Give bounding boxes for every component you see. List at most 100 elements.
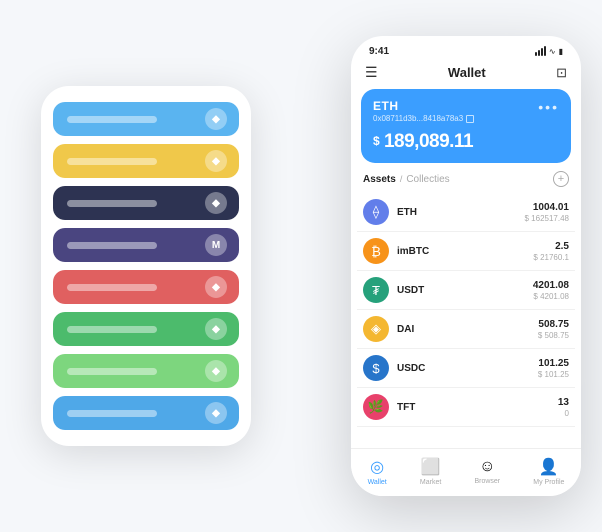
- bottom-nav: ◎ Wallet ⬜ Market ☺ Browser 👤 My Profile: [351, 448, 581, 496]
- phone-back: ◆ ◆ ◆ M ◆ ◆ ◆ ◆: [41, 86, 251, 446]
- asset-icon: $: [363, 355, 389, 381]
- card-row[interactable]: M: [53, 228, 239, 262]
- asset-amount-main: 1004.01: [525, 202, 570, 213]
- nav-icon-market: ⬜: [421, 457, 441, 477]
- nav-label-my-profile: My Profile: [533, 479, 564, 486]
- asset-icon: ₮: [363, 277, 389, 303]
- card-line: [67, 200, 157, 207]
- asset-amounts: 1004.01$ 162517.48: [525, 202, 570, 223]
- menu-icon[interactable]: ☰: [365, 64, 378, 81]
- battery-icon: ▮: [559, 47, 563, 56]
- signal-icon: [535, 46, 546, 56]
- card-line: [67, 158, 157, 165]
- card-icon: ◆: [205, 108, 227, 130]
- card-line: [67, 410, 157, 417]
- asset-item[interactable]: ₿ imBTC2.5$ 21760.1: [357, 232, 575, 271]
- asset-item[interactable]: $ USDC101.25$ 101.25: [357, 349, 575, 388]
- asset-name: ETH: [397, 207, 525, 218]
- card-row[interactable]: ◆: [53, 186, 239, 220]
- add-asset-button[interactable]: +: [553, 171, 569, 187]
- asset-name: imBTC: [397, 246, 533, 257]
- card-row[interactable]: ◆: [53, 270, 239, 304]
- asset-amount-main: 101.25: [538, 358, 569, 369]
- asset-name: USDC: [397, 363, 538, 374]
- nav-icon-my-profile: 👤: [539, 457, 559, 477]
- nav-label-wallet: Wallet: [368, 479, 387, 486]
- asset-amounts: 4201.08$ 4201.08: [533, 280, 569, 301]
- asset-amount-usd: $ 508.75: [538, 331, 569, 340]
- eth-card-header: ETH 0x08711d3b...8418a78a3 •••: [373, 99, 559, 123]
- assets-tab-sep: /: [400, 174, 403, 184]
- assets-tabs: Assets / Collecties: [363, 174, 450, 185]
- asset-amount-main: 13: [558, 397, 569, 408]
- asset-amount-usd: 0: [558, 409, 569, 418]
- wifi-icon: ∿: [549, 47, 556, 56]
- asset-icon: ⟠: [363, 199, 389, 225]
- asset-amount-main: 2.5: [533, 241, 569, 252]
- asset-icon: 🌿: [363, 394, 389, 420]
- copy-icon[interactable]: [466, 115, 474, 123]
- scan-icon[interactable]: ⊡: [556, 65, 567, 81]
- card-row[interactable]: ◆: [53, 144, 239, 178]
- card-row[interactable]: ◆: [53, 396, 239, 430]
- nav-title: Wallet: [448, 65, 486, 80]
- card-icon: ◆: [205, 360, 227, 382]
- status-time: 9:41: [369, 46, 389, 57]
- scene: ◆ ◆ ◆ M ◆ ◆ ◆ ◆ 9:41 ∿ ▮ ☰ Wallet ⊡: [11, 11, 591, 521]
- asset-amounts: 508.75$ 508.75: [538, 319, 569, 340]
- top-nav: ☰ Wallet ⊡: [351, 58, 581, 85]
- eth-balance: $ 189,089.11: [373, 131, 559, 153]
- card-row[interactable]: ◆: [53, 102, 239, 136]
- assets-header: Assets / Collecties +: [351, 171, 581, 193]
- nav-item-my-profile[interactable]: 👤 My Profile: [533, 457, 564, 486]
- card-icon: ◆: [205, 150, 227, 172]
- nav-label-browser: Browser: [474, 478, 500, 485]
- asset-name: TFT: [397, 402, 558, 413]
- eth-card: ETH 0x08711d3b...8418a78a3 ••• $ 189,089…: [361, 89, 571, 163]
- asset-amounts: 2.5$ 21760.1: [533, 241, 569, 262]
- asset-item[interactable]: ₮ USDT4201.08$ 4201.08: [357, 271, 575, 310]
- card-line: [67, 242, 157, 249]
- assets-tab-active[interactable]: Assets: [363, 174, 396, 185]
- phone-front: 9:41 ∿ ▮ ☰ Wallet ⊡ ETH: [351, 36, 581, 496]
- asset-item[interactable]: ⟠ ETH1004.01$ 162517.48: [357, 193, 575, 232]
- card-icon: ◆: [205, 402, 227, 424]
- card-line: [67, 368, 157, 375]
- collectibles-tab[interactable]: Collecties: [406, 174, 449, 185]
- card-line: [67, 326, 157, 333]
- nav-item-browser[interactable]: ☺ Browser: [474, 458, 500, 485]
- asset-icon: ₿: [363, 238, 389, 264]
- nav-icon-wallet: ◎: [370, 457, 384, 477]
- status-bar: 9:41 ∿ ▮: [351, 36, 581, 58]
- asset-name: USDT: [397, 285, 533, 296]
- eth-more-icon[interactable]: •••: [538, 99, 559, 115]
- card-icon: M: [205, 234, 227, 256]
- asset-amount-usd: $ 101.25: [538, 370, 569, 379]
- status-icons: ∿ ▮: [535, 46, 563, 56]
- eth-label: ETH: [373, 99, 474, 113]
- eth-address: 0x08711d3b...8418a78a3: [373, 114, 474, 123]
- nav-item-market[interactable]: ⬜ Market: [420, 457, 441, 486]
- nav-item-wallet[interactable]: ◎ Wallet: [368, 457, 387, 486]
- asset-amount-usd: $ 162517.48: [525, 214, 570, 223]
- asset-amount-usd: $ 21760.1: [533, 253, 569, 262]
- asset-item[interactable]: 🌿 TFT130: [357, 388, 575, 427]
- asset-amounts: 130: [558, 397, 569, 418]
- asset-amounts: 101.25$ 101.25: [538, 358, 569, 379]
- asset-amount-main: 508.75: [538, 319, 569, 330]
- asset-amount-usd: $ 4201.08: [533, 292, 569, 301]
- card-line: [67, 116, 157, 123]
- asset-name: DAI: [397, 324, 538, 335]
- asset-icon: ◈: [363, 316, 389, 342]
- nav-label-market: Market: [420, 479, 441, 486]
- card-icon: ◆: [205, 318, 227, 340]
- eth-currency-symbol: $: [373, 134, 379, 148]
- card-icon: ◆: [205, 192, 227, 214]
- asset-amount-main: 4201.08: [533, 280, 569, 291]
- asset-item[interactable]: ◈ DAI508.75$ 508.75: [357, 310, 575, 349]
- card-row[interactable]: ◆: [53, 312, 239, 346]
- card-row[interactable]: ◆: [53, 354, 239, 388]
- card-line: [67, 284, 157, 291]
- eth-balance-value: 189,089.11: [384, 131, 473, 152]
- nav-icon-browser: ☺: [479, 458, 495, 476]
